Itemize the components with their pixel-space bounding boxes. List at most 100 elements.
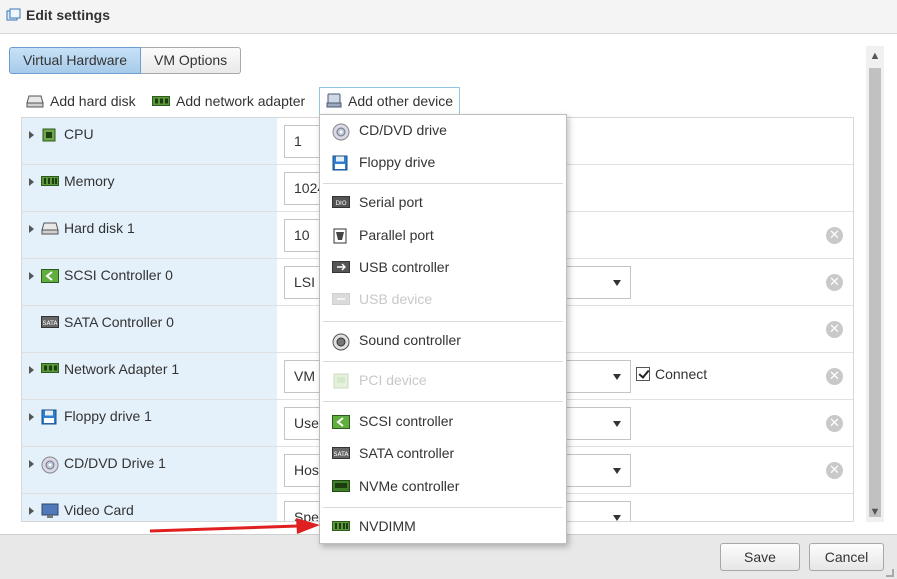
vertical-scrollbar[interactable]: ▲ ▼ (866, 46, 884, 522)
row-name: CD/DVD Drive 1 (64, 455, 166, 471)
row-name: Network Adapter 1 (64, 361, 180, 377)
connect-checkbox[interactable] (636, 367, 650, 381)
row-label: Memory (22, 165, 277, 211)
tab-virtual-hardware[interactable]: Virtual Hardware (9, 47, 142, 74)
select-value: LSI (294, 274, 316, 290)
menu-divider (323, 321, 563, 322)
remove-icon[interactable]: ✕ (826, 274, 843, 291)
chevron-down-icon (613, 515, 621, 521)
remove-icon[interactable]: ✕ (826, 415, 843, 432)
menu-item-floppy-drive[interactable]: Floppy drive (320, 148, 566, 178)
parallel-port-icon (333, 228, 347, 244)
connect-option[interactable]: Connect (636, 366, 707, 382)
menu-label: CD/DVD drive (359, 122, 447, 138)
menu-item-cd-dvd-drive[interactable]: CD/DVD drive (320, 116, 566, 146)
row-name: Memory (64, 173, 115, 189)
menu-item-parallel-port[interactable]: Parallel port (320, 221, 566, 251)
remove-icon[interactable]: ✕ (826, 462, 843, 479)
menu-divider (323, 183, 563, 184)
menu-label: SCSI controller (359, 413, 454, 429)
row-name: Floppy drive 1 (64, 408, 152, 424)
nvdimm-icon (332, 521, 350, 531)
hard-disk-icon (41, 222, 59, 235)
row-label: CPU (22, 118, 277, 164)
svg-text:SATA: SATA (334, 451, 350, 458)
expand-caret-icon[interactable] (29, 507, 34, 515)
expand-caret-icon[interactable] (29, 460, 34, 468)
row-name: Video Card (64, 502, 134, 518)
menu-item-sata-controller[interactable]: SATA SATA controller (320, 439, 566, 469)
menu-label: Sound controller (359, 332, 461, 348)
memory-icon (41, 176, 59, 186)
row-name: SCSI Controller 0 (64, 267, 173, 283)
remove-icon[interactable]: ✕ (826, 368, 843, 385)
sata-icon: SATA (332, 447, 350, 459)
menu-label: NVDIMM (359, 518, 416, 534)
dialog-title: Edit settings (26, 7, 111, 23)
hard-disk-icon (26, 95, 44, 108)
cancel-button[interactable]: Cancel (809, 543, 884, 571)
svg-text:SATA: SATA (43, 320, 59, 327)
row-label: Network Adapter 1 (22, 353, 277, 399)
menu-divider (323, 507, 563, 508)
connect-label: Connect (655, 366, 708, 382)
menu-item-serial-port[interactable]: DIO Serial port (320, 188, 566, 218)
menu-item-nvme-controller[interactable]: NVMe controller (320, 472, 566, 502)
menu-label: Serial port (359, 194, 423, 210)
menu-divider (323, 361, 563, 362)
resize-grip-icon[interactable] (886, 569, 894, 577)
row-label: SATA SATA Controller 0 (22, 306, 277, 352)
cd-icon (41, 456, 59, 474)
expand-caret-icon[interactable] (29, 413, 34, 421)
expand-caret-icon[interactable] (29, 178, 34, 186)
network-icon (41, 363, 59, 373)
add-hard-disk-label: Add hard disk (50, 93, 136, 109)
add-other-device-menu: CD/DVD drive Floppy drive DIO Serial por… (319, 114, 567, 544)
tab-vm-options[interactable]: VM Options (141, 47, 242, 74)
expand-caret-icon[interactable] (29, 131, 34, 139)
menu-label: USB controller (359, 259, 450, 275)
row-name: CPU (64, 126, 94, 142)
menu-divider (323, 401, 563, 402)
menu-item-usb-controller[interactable]: USB controller (320, 253, 566, 283)
speaker-icon (332, 333, 350, 351)
menu-label: Floppy drive (359, 154, 436, 170)
scroll-thumb[interactable] (869, 68, 881, 517)
nvme-icon (332, 480, 350, 492)
menu-label: Parallel port (359, 227, 434, 243)
menu-item-sound-controller[interactable]: Sound controller (320, 326, 566, 356)
cd-icon (332, 123, 350, 141)
usb-device-icon (332, 293, 350, 305)
remove-icon[interactable]: ✕ (826, 321, 843, 338)
add-network-adapter-button[interactable]: Add network adapter (152, 87, 305, 115)
tab-bar: Virtual Hardware VM Options (9, 47, 242, 74)
expand-caret-icon[interactable] (29, 225, 34, 233)
scroll-up-icon[interactable]: ▲ (866, 48, 884, 64)
floppy-icon (332, 155, 348, 171)
svg-text:DIO: DIO (335, 200, 346, 207)
serial-port-icon: DIO (332, 196, 350, 208)
add-hard-disk-button[interactable]: Add hard disk (26, 87, 136, 115)
scsi-icon (332, 415, 350, 429)
scsi-icon (41, 269, 59, 283)
network-card-icon (152, 96, 170, 106)
menu-label: NVMe controller (359, 478, 460, 494)
chevron-down-icon (613, 421, 621, 427)
scroll-down-icon[interactable]: ▼ (866, 504, 884, 520)
annotation-arrow-icon (149, 518, 320, 534)
remove-icon[interactable]: ✕ (826, 227, 843, 244)
expand-caret-icon[interactable] (29, 366, 34, 374)
menu-label: PCI device (359, 372, 427, 388)
row-label: CD/DVD Drive 1 (22, 447, 277, 493)
row-name: Hard disk 1 (64, 220, 135, 236)
dialog-titlebar: Edit settings (0, 0, 897, 34)
expand-caret-icon[interactable] (29, 272, 34, 280)
row-label: Floppy drive 1 (22, 400, 277, 446)
save-button[interactable]: Save (720, 543, 800, 571)
row-name: SATA Controller 0 (64, 314, 174, 330)
add-other-device-button[interactable]: Add other device (319, 87, 460, 115)
menu-item-scsi-controller[interactable]: SCSI controller (320, 407, 566, 437)
video-card-icon (41, 503, 59, 518)
menu-item-nvdimm[interactable]: NVDIMM (320, 512, 566, 542)
row-label: Hard disk 1 (22, 212, 277, 258)
